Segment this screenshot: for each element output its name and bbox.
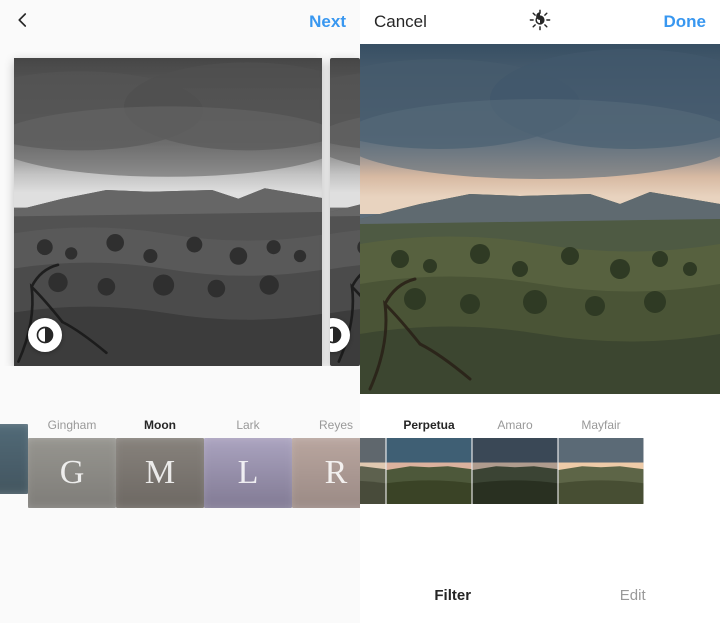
filter-label: Moon xyxy=(144,418,176,432)
filter-strip[interactable]: Gingham G Moon M Lark L Reyes R xyxy=(0,418,360,528)
filter-item-mayfair[interactable]: Mayfair xyxy=(558,418,644,504)
bottom-tabs: Filter Edit xyxy=(360,567,720,623)
filter-item-moon[interactable]: Moon M xyxy=(116,418,204,508)
sun-icon xyxy=(529,9,551,31)
contrast-icon xyxy=(330,325,343,345)
chevron-left-icon xyxy=(14,11,32,29)
filter-label: Lark xyxy=(236,418,259,432)
filter-item-gingham[interactable]: Gingham G xyxy=(28,418,116,508)
photo-preview xyxy=(14,58,322,366)
tab-filter[interactable]: Filter xyxy=(434,587,471,604)
filter-item-aden[interactable]: Aden xyxy=(360,418,386,504)
next-button[interactable]: Next xyxy=(309,12,346,32)
back-button[interactable] xyxy=(14,11,32,34)
filter-item-lark[interactable]: Lark L xyxy=(204,418,292,508)
filter-label: Gingham xyxy=(48,418,97,432)
filter-item-perpetua[interactable]: Perpetua xyxy=(386,418,472,504)
filter-label: Mayfair xyxy=(581,418,620,432)
tab-edit[interactable]: Edit xyxy=(620,587,646,604)
filter-label: Perpetua xyxy=(403,418,454,432)
photo-preview-next xyxy=(330,58,360,366)
lux-button[interactable] xyxy=(28,318,62,352)
filter-label: Reyes xyxy=(319,418,353,432)
contrast-icon xyxy=(35,325,55,345)
photo-carousel[interactable] xyxy=(0,44,360,366)
photo-preview xyxy=(360,44,720,394)
filter-strip[interactable]: Aden Perpetua Amaro Mayfair xyxy=(360,418,720,528)
brightness-button[interactable] xyxy=(529,9,551,36)
done-button[interactable]: Done xyxy=(664,12,707,32)
filter-item-amaro[interactable]: Amaro xyxy=(472,418,558,504)
filter-item-reyes[interactable]: Reyes R xyxy=(292,418,360,508)
filter-label: Amaro xyxy=(497,418,532,432)
cancel-button[interactable]: Cancel xyxy=(374,12,427,32)
filter-item[interactable] xyxy=(0,418,28,494)
